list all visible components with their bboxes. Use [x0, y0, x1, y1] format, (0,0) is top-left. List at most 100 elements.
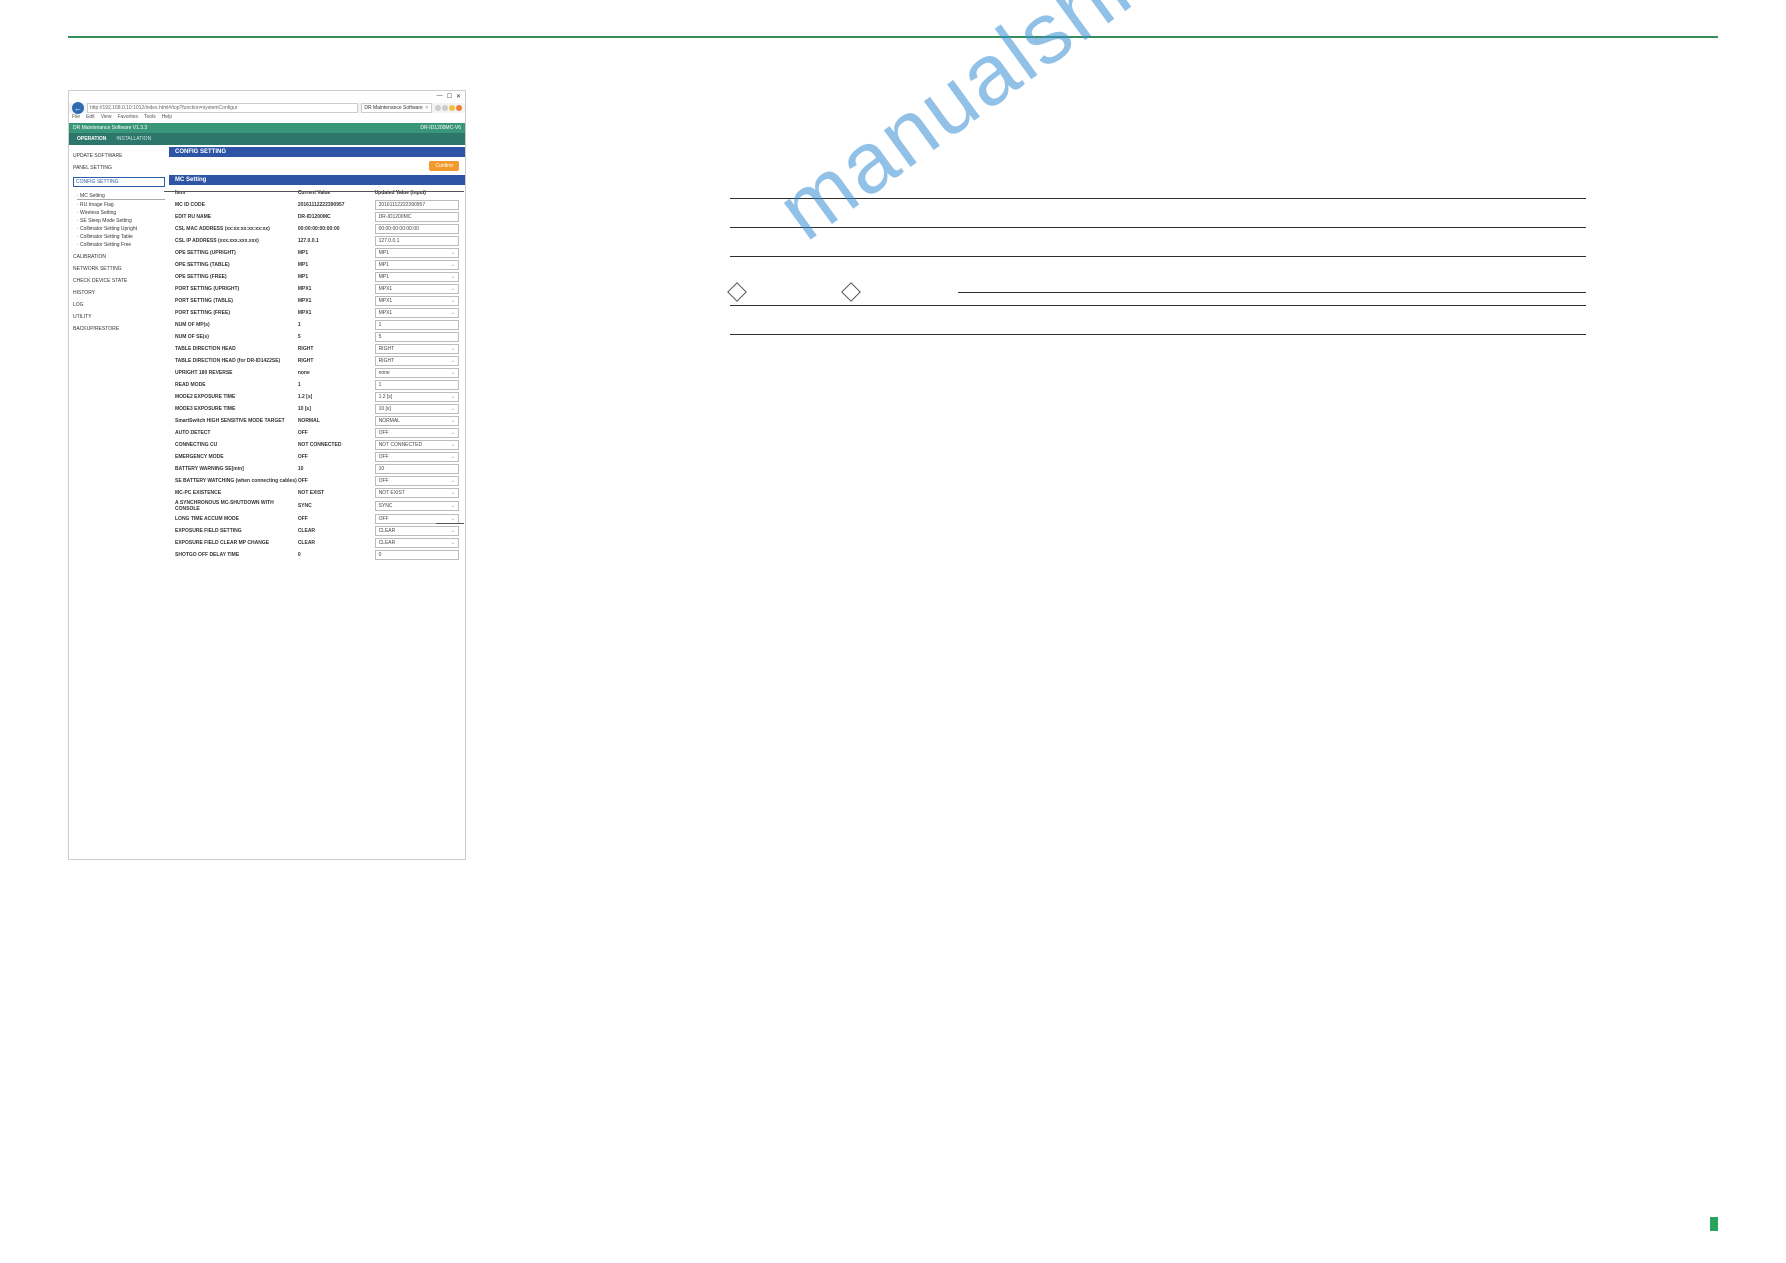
value-input[interactable]: DR-ID1200MC [375, 212, 459, 222]
menu-item[interactable]: Tools [144, 114, 156, 120]
table-row: TABLE DIRECTION HEAD (for DR-ID1422SE)RI… [175, 355, 459, 367]
value-select[interactable]: MPX1⌄ [375, 296, 459, 306]
tab-operation[interactable]: OPERATION [77, 136, 106, 142]
value-select[interactable]: RIGHT⌄ [375, 344, 459, 354]
current-value: 127.0.0.1 [298, 238, 375, 244]
value-select[interactable]: 1.2 [s]⌄ [375, 392, 459, 402]
sidebar-item-calibration[interactable]: CALIBRATION [73, 254, 165, 260]
value-input[interactable]: 0 [375, 550, 459, 560]
value-select[interactable]: NORMAL⌄ [375, 416, 459, 426]
confirm-button[interactable]: Confirm [429, 161, 459, 171]
close-icon[interactable]: ✕ [456, 93, 461, 100]
chevron-down-icon: ⌄ [451, 286, 455, 292]
value-select[interactable]: RIGHT⌄ [375, 356, 459, 366]
value-select[interactable]: none⌄ [375, 368, 459, 378]
field-value: 20161112222390957 [379, 202, 426, 208]
field-value: 10 [379, 466, 385, 472]
setting-name: NUM OF MP(s) [175, 322, 298, 328]
setting-name: NUM OF SE(s) [175, 334, 298, 340]
table-row: SE BATTERY WATCHING (when connecting cab… [175, 475, 459, 487]
config-sublist: · MC Setting · RU Image Flag · Wireless Se… [77, 193, 165, 248]
tab-installation[interactable]: INSTALLATION [116, 136, 151, 142]
back-icon[interactable]: ← [72, 102, 84, 114]
value-select[interactable]: MPX1⌄ [375, 284, 459, 294]
maximize-icon[interactable]: ☐ [447, 93, 452, 100]
value-select[interactable]: CLEAR⌄ [375, 526, 459, 536]
setting-name: A SYNCHRONOUS MC-SHUTDOWN WITH CONSOLE [175, 500, 298, 512]
value-input[interactable]: 1 [375, 380, 459, 390]
sidebar-subitem[interactable]: · MC Setting [77, 193, 165, 200]
current-value: 1 [298, 382, 375, 388]
sidebar-item-check-device-state[interactable]: CHECK DEVICE STATE [73, 278, 165, 284]
value-input[interactable]: 1 [375, 320, 459, 330]
current-value: 20161112222390957 [298, 202, 375, 208]
value-select[interactable]: NOT CONNECTED⌄ [375, 440, 459, 450]
field-value: MP1 [379, 274, 389, 280]
value-input[interactable]: 5 [375, 332, 459, 342]
value-select[interactable]: OFF ⌄ [375, 452, 459, 462]
sidebar-subitem[interactable]: · Collimator Setting Table [77, 234, 165, 240]
note-row [730, 285, 1586, 299]
current-value: 1 [298, 322, 375, 328]
sidebar-subitem[interactable]: · Collimator Setting Free [77, 242, 165, 248]
tab-close-icon[interactable]: ✕ [425, 105, 429, 111]
app-tabbar: OPERATION INSTALLATION [69, 133, 465, 145]
menu-item[interactable]: File [72, 114, 80, 120]
setting-name: UPRIGHT 180 REVERSE [175, 370, 298, 376]
value-select[interactable]: MP1⌄ [375, 260, 459, 270]
setting-name: TABLE DIRECTION HEAD [175, 346, 298, 352]
menu-item[interactable]: Edit [86, 114, 95, 120]
value-input[interactable]: 20161112222390957 [375, 200, 459, 210]
setting-name: PORT SETTING (UPRIGHT) [175, 286, 298, 292]
chevron-down-icon: ⌄ [451, 454, 455, 460]
menu-item[interactable]: Help [162, 114, 172, 120]
sidebar-item-log[interactable]: LOG [73, 302, 165, 308]
sidebar-item-config-setting[interactable]: CONFIG SETTING [73, 177, 165, 187]
value-select[interactable]: MPX1⌄ [375, 308, 459, 318]
sidebar-subitem[interactable]: · Collimator Setting Upright [77, 226, 165, 232]
value-input[interactable]: 10 [375, 464, 459, 474]
field-value: DR-ID1200MC [379, 214, 412, 220]
table-row: TABLE DIRECTION HEAD RIGHTRIGHT⌄ [175, 343, 459, 355]
chevron-down-icon: ⌄ [451, 503, 455, 509]
sidebar-item-utility[interactable]: UTILITY [73, 314, 165, 320]
field-value: RIGHT [379, 346, 395, 352]
current-value: RIGHT [298, 358, 375, 364]
table-row: NUM OF SE(s)55 [175, 331, 459, 343]
value-select[interactable]: MP1⌄ [375, 272, 459, 282]
field-value: CLEAR [379, 528, 396, 534]
menu-item[interactable]: Favorites [117, 114, 138, 120]
value-input[interactable]: 127.0.0.1 [375, 236, 459, 246]
sidebar-item-history[interactable]: HISTORY [73, 290, 165, 296]
browser-menu: File Edit View Favorites Tools Help [72, 114, 172, 120]
callout-line [436, 523, 464, 524]
setting-name: MC-PC EXISTENCE [175, 490, 298, 496]
value-select[interactable]: OFF⌄ [375, 476, 459, 486]
rule [730, 227, 1586, 228]
value-select[interactable]: CLEAR⌄ [375, 538, 459, 548]
setting-name: OPE SETTING (UPRIGHT) [175, 250, 298, 256]
current-value: MP1 [298, 250, 375, 256]
value-select[interactable]: OFF⌄ [375, 428, 459, 438]
sidebar-subitem[interactable]: · RU Image Flag [77, 202, 165, 208]
browser-tab[interactable]: DR Maintenance Software ✕ [361, 103, 432, 113]
sidebar-subitem[interactable]: · SE Sleep Mode Setting [77, 218, 165, 224]
sidebar-item-panel-setting[interactable]: PANEL SETTING [73, 165, 165, 171]
url-field[interactable]: http://192.168.0.10:1012/index.html#/top… [87, 103, 358, 113]
field-value: OFF [379, 454, 389, 460]
minimize-icon[interactable]: — [437, 93, 443, 100]
sidebar-item-update-software[interactable]: UPDATE SOFTWARE [73, 153, 165, 159]
menu-item[interactable]: View [101, 114, 112, 120]
sidebar-item-network-setting[interactable]: NETWORK SETTING [73, 266, 165, 272]
value-select[interactable]: SYNC⌄ [375, 501, 459, 511]
value-select[interactable]: MP1⌄ [375, 248, 459, 258]
value-select[interactable]: NOT EXIST⌄ [375, 488, 459, 498]
sidebar-subitem[interactable]: · Wireless Setting [77, 210, 165, 216]
value-select[interactable]: 10 [s]⌄ [375, 404, 459, 414]
chevron-down-icon: ⌄ [451, 370, 455, 376]
table-row: PORT SETTING (TABLE)MPX1MPX1⌄ [175, 295, 459, 307]
value-input[interactable]: 00:00:00:00:00:00 [375, 224, 459, 234]
current-value: MPX1 [298, 286, 375, 292]
table-row: OPE SETTING (TABLE)MP1MP1⌄ [175, 259, 459, 271]
sidebar-item-backup-restore[interactable]: BACKUP/RESTORE [73, 326, 165, 332]
